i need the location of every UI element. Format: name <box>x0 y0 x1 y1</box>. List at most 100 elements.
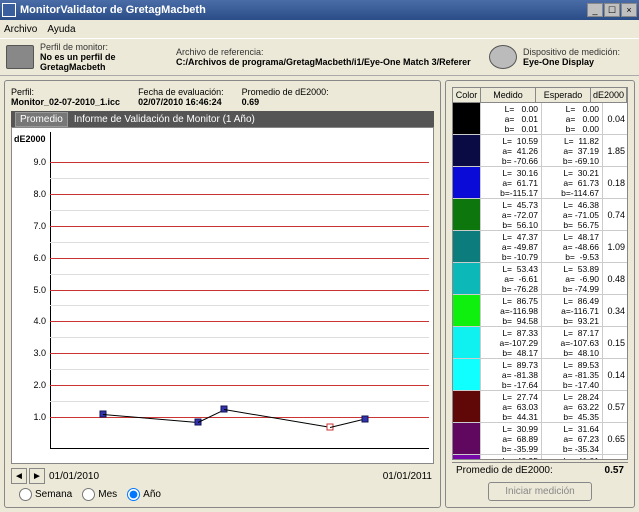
cell-esperado: L= 0.00 a= 0.00 b= 0.00 <box>542 103 603 134</box>
cell-de2000: 0.48 <box>603 263 627 294</box>
prom-label: Promedio de dE2000: <box>242 87 329 97</box>
color-swatch <box>453 103 481 134</box>
chart-point[interactable] <box>361 415 368 422</box>
cell-medido: L= 53.43 a= -6.61 b= -76.28 <box>481 263 542 294</box>
cell-de2000: 0.74 <box>603 199 627 230</box>
footer-value: 0.57 <box>605 465 624 476</box>
cell-de2000: 0.65 <box>603 423 627 454</box>
cell-de2000: 0.04 <box>603 103 627 134</box>
cell-medido: L= 30.99 a= 68.89 b= -35.99 <box>481 423 542 454</box>
cell-de2000: 1.85 <box>603 135 627 166</box>
table-row[interactable]: L= 40.95 a= 78.83 b= -95.84L= 41.01 a= 7… <box>453 455 627 460</box>
monitor-icon <box>6 45 34 69</box>
menu-file[interactable]: Archivo <box>4 24 37 35</box>
radio-semana[interactable]: Semana <box>19 488 72 501</box>
cell-de2000: 0.14 <box>603 455 627 460</box>
cell-esperado: L= 41.01 a= 78.65 b= -96.21 <box>542 455 603 460</box>
cell-esperado: L= 89.53 a= -81.35 b= -17.40 <box>542 359 603 390</box>
profile-value: No es un perfil de GretagMacbeth <box>40 52 170 72</box>
color-swatch <box>453 135 481 166</box>
cell-medido: L= 47.37 a= -49.87 b= -10.79 <box>481 231 542 262</box>
minimize-button[interactable]: _ <box>587 3 603 17</box>
chart-header: Promedio Informe de Validación de Monito… <box>11 111 434 127</box>
perfil-label: Perfil: <box>11 87 120 97</box>
cell-esperado: L= 86.49 a=-116.71 b= 93.21 <box>542 295 603 326</box>
ref-label: Archivo de referencia: <box>176 47 483 57</box>
cell-esperado: L= 30.21 a= 61.73 b=-114.67 <box>542 167 603 198</box>
color-swatch <box>453 359 481 390</box>
cell-de2000: 1.09 <box>603 231 627 262</box>
menu-help[interactable]: Ayuda <box>47 24 75 35</box>
color-swatch <box>453 263 481 294</box>
nav-prev-button[interactable]: ◄ <box>11 468 27 484</box>
color-swatch <box>453 391 481 422</box>
radio-mes[interactable]: Mes <box>82 488 117 501</box>
table-body[interactable]: L= 0.00 a= 0.01 b= 0.01L= 0.00 a= 0.00 b… <box>452 103 628 460</box>
start-measure-button[interactable]: Iniciar medición <box>488 482 591 501</box>
cell-medido: L= 30.16 a= 61.71 b=-115.17 <box>481 167 542 198</box>
cell-medido: L= 27.74 a= 63.03 b= 44.31 <box>481 391 542 422</box>
menubar: Archivo Ayuda <box>0 20 639 38</box>
perfil-value: Monitor_02-07-2010_1.icc <box>11 97 120 107</box>
table-row[interactable]: L= 45.73 a= -72.07 b= 56.10L= 46.38 a= -… <box>453 199 627 231</box>
footer-label: Promedio de dE2000: <box>456 465 553 476</box>
table-row[interactable]: L= 10.59 a= 41.26 b= -70.66L= 11.82 a= 3… <box>453 135 627 167</box>
cell-esperado: L= 53.89 a= -6.90 b= -74.99 <box>542 263 603 294</box>
radio-ano[interactable]: Año <box>127 488 161 501</box>
table-row[interactable]: L= 30.99 a= 68.89 b= -35.99L= 31.64 a= 6… <box>453 423 627 455</box>
table-row[interactable]: L= 47.37 a= -49.87 b= -10.79L= 48.17 a= … <box>453 231 627 263</box>
titlebar: MonitorValidator de GretagMacbeth _ ☐ × <box>0 0 639 20</box>
device-value: Eye-One Display <box>523 57 633 67</box>
cell-esperado: L= 87.17 a=-107.63 b= 48.10 <box>542 327 603 358</box>
cell-de2000: 0.18 <box>603 167 627 198</box>
promedio-button[interactable]: Promedio <box>15 112 68 127</box>
cell-medido: L= 89.73 a= -81.38 b= -17.64 <box>481 359 542 390</box>
cell-de2000: 0.34 <box>603 295 627 326</box>
cell-medido: L= 45.73 a= -72.07 b= 56.10 <box>481 199 542 230</box>
nav-next-button[interactable]: ► <box>29 468 45 484</box>
cell-esperado: L= 28.24 a= 63.22 b= 45.35 <box>542 391 603 422</box>
table-row[interactable]: L= 86.75 a=-116.98 b= 94.58L= 86.49 a=-1… <box>453 295 627 327</box>
table-row[interactable]: L= 87.33 a=-107.29 b= 48.17L= 87.17 a=-1… <box>453 327 627 359</box>
cell-de2000: 0.15 <box>603 327 627 358</box>
color-swatch <box>453 295 481 326</box>
table-row[interactable]: L= 0.00 a= 0.01 b= 0.01L= 0.00 a= 0.00 b… <box>453 103 627 135</box>
x-start: 01/01/2010 <box>49 471 99 482</box>
table-row[interactable]: L= 27.74 a= 63.03 b= 44.31L= 28.24 a= 63… <box>453 391 627 423</box>
table-row[interactable]: L= 30.16 a= 61.71 b=-115.17L= 30.21 a= 6… <box>453 167 627 199</box>
fecha-label: Fecha de evaluación: <box>138 87 224 97</box>
th-medido: Medido <box>481 88 536 102</box>
table-header: Color Medido Esperado dE2000 <box>452 87 628 103</box>
close-button[interactable]: × <box>621 3 637 17</box>
color-swatch <box>453 455 481 460</box>
cell-de2000: 0.57 <box>603 391 627 422</box>
cell-de2000: 0.14 <box>603 359 627 390</box>
ref-value: C:/Archivos de programa/GretagMacbeth/i1… <box>176 57 483 67</box>
table-row[interactable]: L= 53.43 a= -6.61 b= -76.28L= 53.89 a= -… <box>453 263 627 295</box>
window-title: MonitorValidator de GretagMacbeth <box>20 4 587 16</box>
table-panel: Color Medido Esperado dE2000 L= 0.00 a= … <box>445 80 635 508</box>
chart-panel: Perfil:Monitor_02-07-2010_1.icc Fecha de… <box>4 80 441 508</box>
color-swatch <box>453 423 481 454</box>
app-icon <box>2 3 16 17</box>
profile-label: Perfil de monitor: <box>40 42 170 52</box>
prom-value: 0.69 <box>242 97 329 107</box>
color-swatch <box>453 231 481 262</box>
color-swatch <box>453 327 481 358</box>
color-swatch <box>453 199 481 230</box>
cell-medido: L= 0.00 a= 0.01 b= 0.01 <box>481 103 542 134</box>
cell-esperado: L= 11.82 a= 37.19 b= -69.10 <box>542 135 603 166</box>
x-end: 01/01/2011 <box>383 471 432 482</box>
color-swatch <box>453 167 481 198</box>
chart-area: 1.02.03.04.05.06.07.08.09.0 dE2000 <box>11 127 434 464</box>
cell-esperado: L= 31.64 a= 67.23 b= -35.34 <box>542 423 603 454</box>
cell-esperado: L= 48.17 a= -48.66 b= -9.53 <box>542 231 603 262</box>
table-row[interactable]: L= 89.73 a= -81.38 b= -17.64L= 89.53 a= … <box>453 359 627 391</box>
y-axis-label: dE2000 <box>14 134 46 144</box>
toolbar: Perfil de monitor: No es un perfil de Gr… <box>0 38 639 76</box>
chart-title: Informe de Validación de Monitor (1 Año) <box>74 114 255 125</box>
range-radios: Semana Mes Año <box>11 488 434 501</box>
cell-medido: L= 10.59 a= 41.26 b= -70.66 <box>481 135 542 166</box>
maximize-button[interactable]: ☐ <box>604 3 620 17</box>
th-de: dE2000 <box>591 88 627 102</box>
